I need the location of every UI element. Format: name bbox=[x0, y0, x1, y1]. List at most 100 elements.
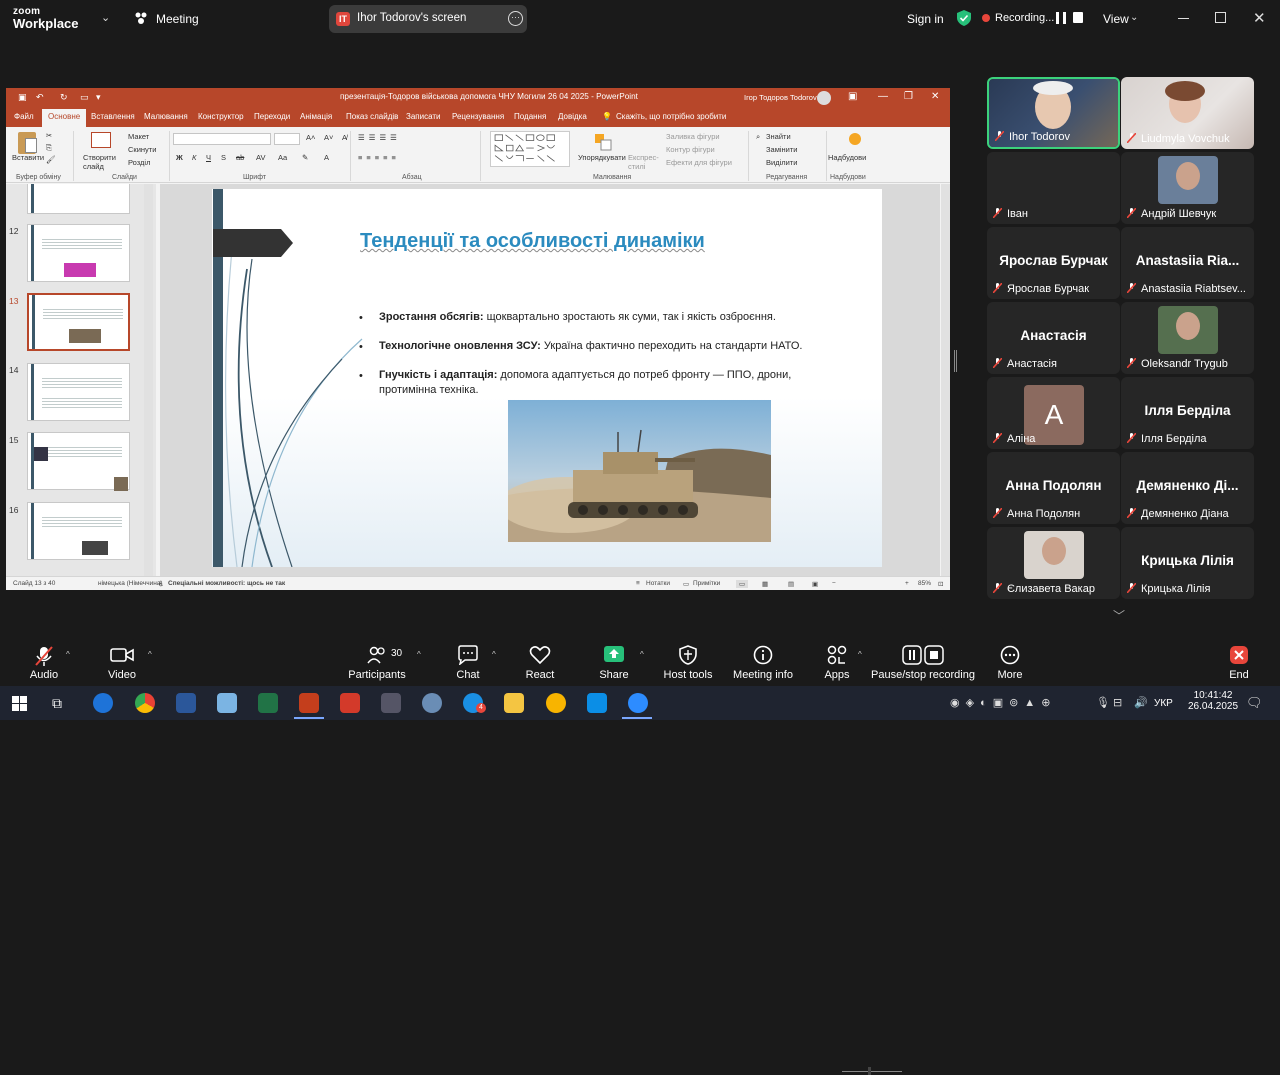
participant-tile[interactable]: Ілля Берділа Ілля Берділа bbox=[1121, 377, 1254, 449]
share-button[interactable]: Share bbox=[599, 669, 628, 681]
list-buttons[interactable]: ☰☰☰☰ bbox=[358, 133, 401, 142]
tab-view[interactable]: Подання bbox=[514, 112, 546, 121]
chevron-down-icon[interactable]: ⌄ bbox=[1130, 12, 1138, 23]
zoom-app-icon[interactable] bbox=[628, 693, 648, 713]
ppt-user-name[interactable]: Ігор Тодоров Todorov bbox=[744, 93, 817, 102]
copy-icon[interactable]: ⎘ bbox=[46, 143, 52, 153]
tab-file[interactable]: Файл bbox=[14, 112, 34, 121]
tab-design[interactable]: Конструктор bbox=[198, 112, 244, 121]
edge-legacy-icon[interactable] bbox=[93, 693, 113, 713]
host-tools-button[interactable]: Host tools bbox=[664, 669, 713, 681]
system-tray-icons[interactable]: ◉◈◐▣⊚▲⊕ bbox=[950, 696, 1056, 709]
chevron-up-icon[interactable]: ^ bbox=[417, 650, 421, 659]
current-slide[interactable]: Тенденції та особливості динаміки • Зрос… bbox=[212, 189, 882, 567]
slide-thumbnail-selected[interactable] bbox=[27, 293, 130, 351]
slide-thumbnail[interactable] bbox=[27, 224, 130, 282]
chevron-up-icon[interactable]: ^ bbox=[148, 650, 152, 659]
slide-scrollbar[interactable] bbox=[941, 184, 950, 576]
chat-button[interactable]: Chat bbox=[456, 669, 479, 681]
new-slide-icon[interactable] bbox=[91, 132, 111, 148]
slide-sorter-icon[interactable]: ▦ bbox=[762, 580, 768, 588]
viber-icon[interactable] bbox=[546, 693, 566, 713]
tab-slideshow[interactable]: Показ слайдів bbox=[346, 112, 398, 121]
slide-thumbnail[interactable] bbox=[27, 363, 130, 421]
tab-transitions[interactable]: Переходи bbox=[254, 112, 290, 121]
participant-tile[interactable]: Єлизавета Вакар bbox=[987, 527, 1120, 599]
taskbar-clock[interactable]: 10:41:42 26.04.2025 bbox=[1188, 690, 1238, 712]
reset-button[interactable]: Скинути bbox=[128, 145, 156, 154]
tab-review[interactable]: Рецензування bbox=[452, 112, 504, 121]
close-icon[interactable]: ✕ bbox=[931, 91, 939, 102]
participants-icon[interactable] bbox=[367, 645, 387, 665]
redo-icon[interactable]: ↻ bbox=[60, 92, 68, 103]
pdf-reader-icon[interactable] bbox=[340, 693, 360, 713]
stop-recording-icon[interactable] bbox=[1073, 12, 1083, 23]
participant-tile[interactable]: Anastasiia Ria... Anastasiia Riabtsev... bbox=[1121, 227, 1254, 299]
font-color-icon[interactable]: A bbox=[324, 153, 329, 162]
chevron-up-icon[interactable]: ^ bbox=[66, 650, 70, 659]
zoom-slider-handle[interactable] bbox=[868, 1067, 871, 1075]
participants-button[interactable]: Participants bbox=[348, 669, 405, 681]
tank-photo[interactable] bbox=[508, 400, 771, 542]
pause-stop-recording-button[interactable]: Pause/stop recording bbox=[871, 669, 975, 681]
pause-recording-icon[interactable] bbox=[1056, 12, 1066, 24]
arrange-button[interactable]: Упорядкувати bbox=[578, 153, 626, 162]
language-indicator[interactable]: німецька (Німеччина) bbox=[98, 580, 163, 587]
participant-tile[interactable]: Ярослав Бурчак Ярослав Бурчак bbox=[987, 227, 1120, 299]
bold-icon[interactable]: Ж bbox=[176, 153, 183, 162]
ribbon-display-icon[interactable]: ▣ bbox=[848, 91, 857, 102]
clear-format-icon[interactable]: A̸ bbox=[342, 133, 347, 142]
tab-home[interactable]: Основне bbox=[42, 109, 87, 127]
tab-draw[interactable]: Малювання bbox=[144, 112, 188, 121]
slideshow-icon[interactable]: ▭ bbox=[80, 92, 89, 103]
view-menu-button[interactable]: View bbox=[1103, 12, 1129, 26]
close-icon[interactable]: ✕ bbox=[1253, 9, 1266, 27]
underline-icon[interactable]: Ч bbox=[206, 153, 211, 162]
powerpoint-icon[interactable] bbox=[299, 693, 319, 713]
apps-icon[interactable] bbox=[826, 645, 848, 665]
thumbnails-scrollbar[interactable] bbox=[144, 184, 153, 576]
slide-thumbnail[interactable] bbox=[27, 184, 130, 214]
align-buttons[interactable]: ≡≡≡≡≡ bbox=[358, 153, 400, 162]
network-icon[interactable]: ⊟ bbox=[1113, 696, 1122, 709]
addins-icon[interactable] bbox=[849, 133, 861, 145]
participant-tile[interactable]: Liudmyla Vovchuk bbox=[1121, 77, 1254, 149]
heart-icon[interactable] bbox=[529, 645, 551, 665]
slide-bullet-3[interactable]: Гнучкість і адаптація: допомога адаптуєт… bbox=[379, 368, 829, 398]
participant-tile[interactable]: Анна Подолян Анна Подолян bbox=[987, 452, 1120, 524]
shadow-icon[interactable]: S bbox=[221, 153, 226, 162]
shield-icon[interactable] bbox=[679, 645, 697, 665]
end-meeting-icon[interactable] bbox=[1229, 645, 1249, 665]
participant-tile[interactable]: Іван bbox=[987, 152, 1120, 224]
font-name-combo[interactable] bbox=[173, 133, 271, 145]
zoom-in-icon[interactable]: + bbox=[905, 580, 909, 587]
maximize-icon[interactable] bbox=[1215, 12, 1226, 23]
tab-insert[interactable]: Вставлення bbox=[91, 112, 135, 121]
font-size-combo[interactable] bbox=[274, 133, 300, 145]
more-button[interactable]: More bbox=[997, 669, 1022, 681]
slide-title[interactable]: Тенденції та особливості динаміки bbox=[360, 230, 705, 253]
fit-slide-icon[interactable]: ⊡ bbox=[938, 580, 943, 588]
more-icon[interactable] bbox=[1000, 645, 1020, 665]
chevron-down-icon[interactable]: ⌄ bbox=[101, 11, 110, 24]
skype-icon[interactable] bbox=[587, 693, 607, 713]
windows-start-icon[interactable] bbox=[12, 696, 27, 711]
task-view-icon[interactable]: ⧉ bbox=[52, 695, 62, 712]
participant-tile[interactable]: Крицька Лілія Крицька Лілія bbox=[1121, 527, 1254, 599]
mic-icon[interactable]: 🎙 bbox=[1096, 696, 1110, 709]
mic-muted-icon[interactable] bbox=[33, 645, 55, 667]
shape-fill-button[interactable]: Заливка фігури bbox=[666, 132, 720, 141]
audio-button[interactable]: Audio bbox=[30, 669, 58, 681]
customize-icon[interactable]: ▾ bbox=[96, 92, 101, 103]
file-explorer-icon[interactable] bbox=[504, 693, 524, 713]
share-screen-icon[interactable] bbox=[603, 645, 625, 663]
zoom-slider[interactable] bbox=[842, 1071, 902, 1072]
react-button[interactable]: React bbox=[526, 669, 555, 681]
tab-record[interactable]: Записати bbox=[406, 112, 441, 121]
comments-button[interactable]: Примітки bbox=[693, 580, 720, 587]
info-icon[interactable] bbox=[753, 645, 773, 665]
highlight-icon[interactable]: ✎ bbox=[302, 153, 308, 162]
notes-button[interactable]: Нотатки bbox=[646, 580, 670, 587]
excel-icon[interactable] bbox=[258, 693, 278, 713]
minimize-icon[interactable]: — bbox=[878, 91, 888, 102]
